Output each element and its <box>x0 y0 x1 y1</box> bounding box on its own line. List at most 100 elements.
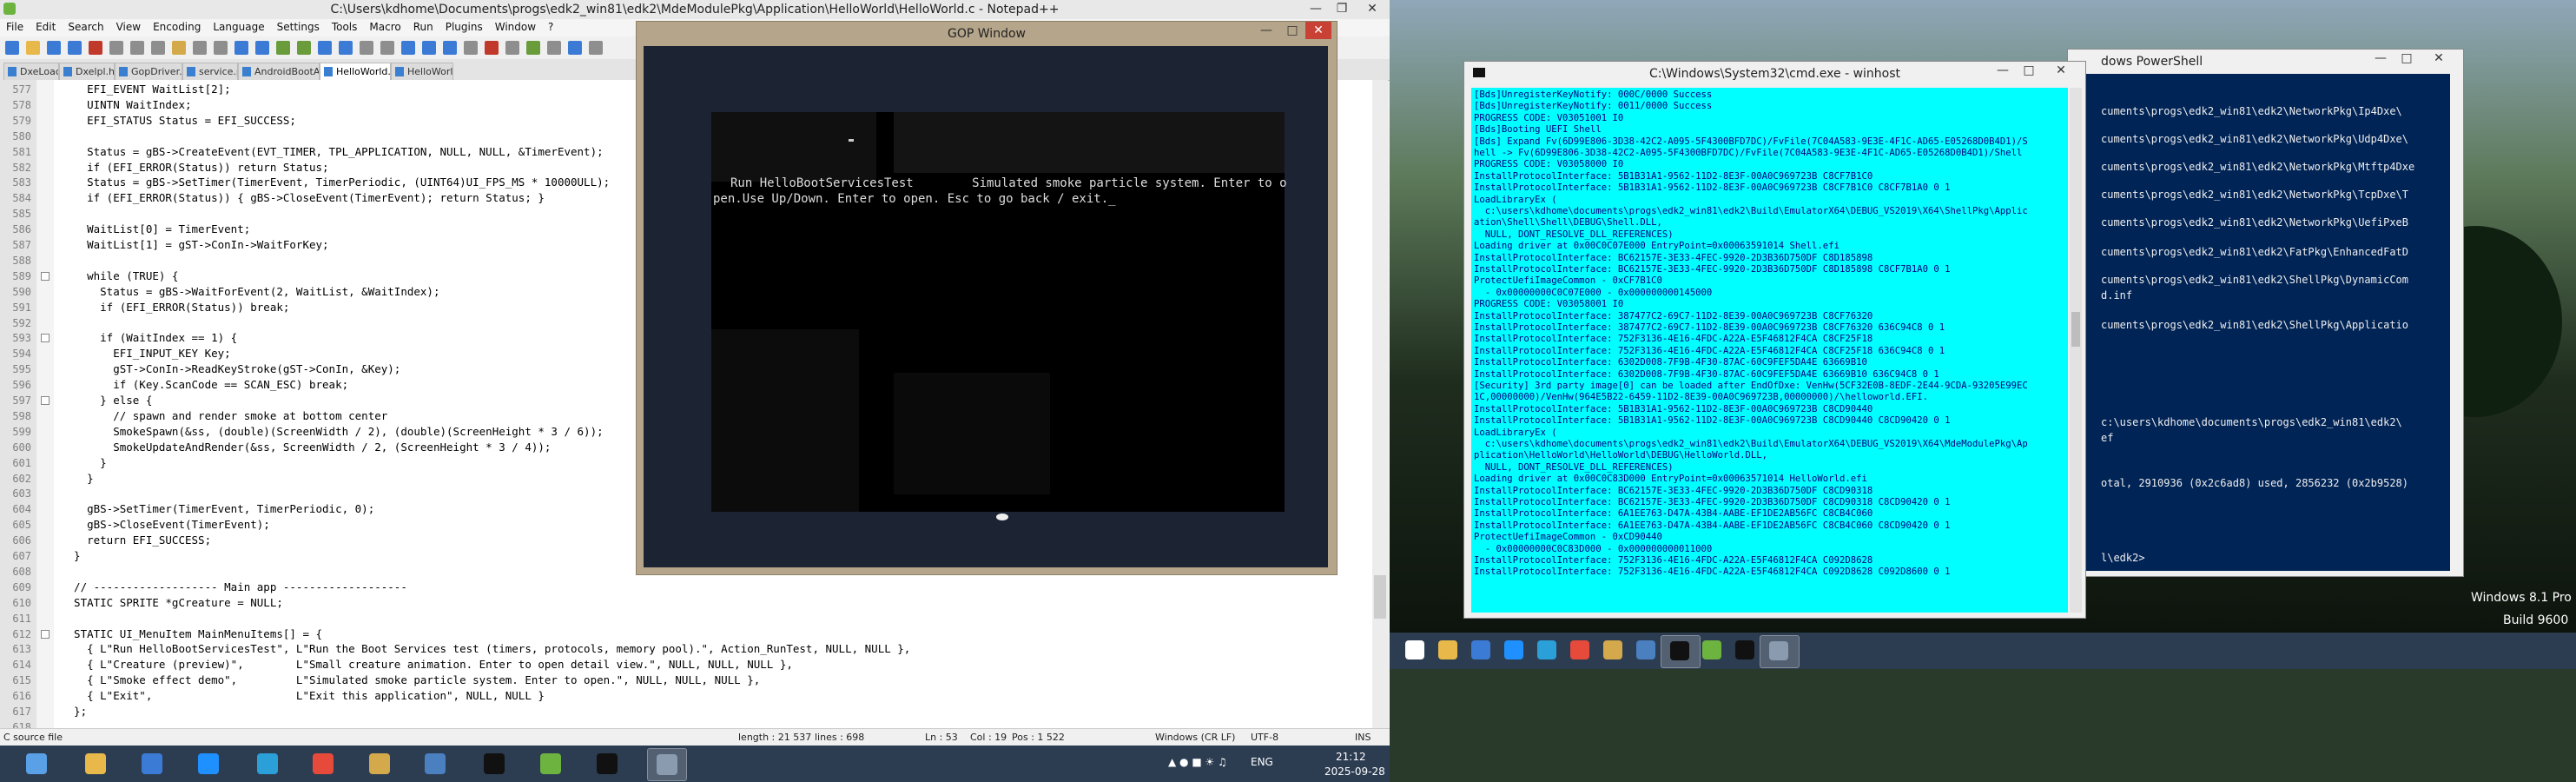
tray-icons[interactable]: ▲ ● ■ ☀ ♫ <box>1168 756 1227 768</box>
menu-item[interactable]: Plugins <box>439 19 489 35</box>
toolbar-button-icon[interactable] <box>505 41 519 55</box>
toolbar-button-icon[interactable] <box>380 41 394 55</box>
powershell-console[interactable]: cuments\progs\edk2_win81\edk2\NetworkPkg… <box>2068 74 2450 571</box>
menu-item[interactable]: ? <box>542 19 559 35</box>
cmd-scroll-thumb[interactable] <box>2071 312 2080 347</box>
taskbar-button[interactable] <box>475 748 513 779</box>
notepadpp-titlebar[interactable]: C:\Users\kdhome\Documents\progs\edk2_win… <box>0 0 1390 20</box>
toolbar-button-icon[interactable] <box>360 41 373 55</box>
toolbar-button-icon[interactable] <box>214 41 228 55</box>
toolbar-button-icon[interactable] <box>589 41 603 55</box>
smoke-particle <box>996 514 1008 520</box>
toolbar-button-icon[interactable] <box>234 41 248 55</box>
menu-item[interactable]: Window <box>489 19 542 35</box>
toolbar-button-icon[interactable] <box>68 41 82 55</box>
menu-item[interactable]: File <box>0 19 30 35</box>
minimize-button[interactable]: — <box>2368 50 2394 67</box>
minimize-button[interactable]: — <box>1303 0 1329 17</box>
taskbar-button[interactable] <box>189 748 228 779</box>
taskbar-button[interactable] <box>17 748 56 779</box>
close-button[interactable]: ✕ <box>2042 62 2080 79</box>
taskbar-button[interactable] <box>248 748 287 779</box>
toolbar-button-icon[interactable] <box>443 41 457 55</box>
menu-item[interactable]: Run <box>407 19 439 35</box>
taskbar-button[interactable] <box>1760 635 1800 668</box>
toolbar-button-icon[interactable] <box>5 41 19 55</box>
menu-item[interactable]: Edit <box>30 19 62 35</box>
toolbar-button-icon[interactable] <box>47 41 61 55</box>
fold-toggle-icon[interactable] <box>41 396 50 405</box>
gop-framebuffer[interactable]: Run HelloBootServicesTest Simulated smok… <box>644 46 1328 567</box>
toolbar-button-icon[interactable] <box>401 41 415 55</box>
toolbar-button-icon[interactable] <box>26 41 40 55</box>
taskbar-button[interactable] <box>304 748 342 779</box>
powershell-window[interactable]: dows PowerShell — □ ✕ cuments\progs\edk2… <box>2067 49 2464 577</box>
menu-item[interactable]: Language <box>207 19 270 35</box>
toolbar-button-icon[interactable] <box>318 41 332 55</box>
taskbar-button[interactable] <box>416 748 454 779</box>
taskbar-button[interactable] <box>532 748 570 779</box>
toolbar-button-icon[interactable] <box>151 41 165 55</box>
language-indicator[interactable]: ENG <box>1251 756 1273 768</box>
toolbar-button-icon[interactable] <box>130 41 144 55</box>
toolbar-button-icon[interactable] <box>89 41 102 55</box>
toolbar-button-icon[interactable] <box>172 41 186 55</box>
toolbar-button-icon[interactable] <box>109 41 123 55</box>
taskbar-button[interactable] <box>76 748 115 779</box>
close-button[interactable]: ✕ <box>1357 0 1388 17</box>
clock-time[interactable]: 21:12 <box>1336 751 1366 763</box>
editor-tab[interactable]: service.py <box>182 63 238 80</box>
editor-tab[interactable]: HelloWorld.c <box>391 63 453 80</box>
cmd-icon <box>1670 641 1689 660</box>
menu-item[interactable]: View <box>110 19 147 35</box>
powershell-titlebar[interactable]: dows PowerShell — □ ✕ <box>2068 50 2463 72</box>
close-button[interactable]: ✕ <box>2420 50 2458 67</box>
toolbar-button-icon[interactable] <box>568 41 582 55</box>
maximize-button[interactable]: □ <box>2394 50 2420 67</box>
cmd-window[interactable]: C:\Windows\System32\cmd.exe - winhost — … <box>1463 61 2086 619</box>
menu-item[interactable]: Search <box>62 19 109 35</box>
editor-scrollbar[interactable] <box>1372 80 1388 728</box>
menu-item[interactable]: Tools <box>326 19 364 35</box>
minimize-button[interactable]: — <box>1990 62 2016 79</box>
close-button[interactable]: ✕ <box>1305 22 1331 39</box>
taskbar-button[interactable] <box>646 748 687 781</box>
taskbar-button[interactable] <box>588 748 626 779</box>
fold-toggle-icon[interactable] <box>41 629 50 639</box>
toolbar-button-icon[interactable] <box>276 41 290 55</box>
fold-toggle-icon[interactable] <box>41 271 50 281</box>
menu-item[interactable]: Encoding <box>147 19 207 35</box>
smoke-particle-region <box>894 373 1050 494</box>
toolbar-button-icon[interactable] <box>422 41 436 55</box>
menu-item[interactable]: Macro <box>363 19 406 35</box>
menu-item[interactable]: Settings <box>271 19 326 35</box>
maximize-button[interactable]: □ <box>2016 62 2042 79</box>
minimize-button[interactable]: — <box>1253 22 1279 39</box>
maximize-button[interactable]: □ <box>1279 22 1305 39</box>
fold-margin[interactable] <box>36 80 54 728</box>
editor-tab[interactable]: GopDriver.c <box>115 63 182 80</box>
editor-tab[interactable]: HelloWorld.inf <box>320 63 391 80</box>
toolbar-button-icon[interactable] <box>485 41 499 55</box>
editor-tab[interactable]: Dxelpl.h <box>59 63 115 80</box>
gop-window[interactable]: GOP Window — □ ✕ Run HelloBootServicesTe… <box>636 21 1338 575</box>
editor-tab[interactable]: DxeLoad.c <box>3 63 59 80</box>
restore-button[interactable]: ❐ <box>1329 0 1355 17</box>
toolbar-button-icon[interactable] <box>339 41 353 55</box>
clock-date[interactable]: 2025-09-28 <box>1324 765 1385 778</box>
fold-toggle-icon[interactable] <box>41 334 50 343</box>
editor-tab[interactable]: AndroidBootApp.c <box>238 63 320 80</box>
toolbar-button-icon[interactable] <box>526 41 540 55</box>
cmd-scrollbar[interactable] <box>2070 88 2082 613</box>
taskbar-button[interactable] <box>360 748 399 779</box>
toolbar-button-icon[interactable] <box>297 41 311 55</box>
cmd-console-output[interactable]: [Bds]UnregisterKeyNotify: 000C/0000 Succ… <box>1471 88 2068 613</box>
toolbar-button-icon[interactable] <box>464 41 478 55</box>
editor-scroll-thumb[interactable] <box>1374 575 1386 619</box>
toolbar-button-icon[interactable] <box>193 41 207 55</box>
gop-titlebar[interactable]: GOP Window — □ ✕ <box>637 22 1337 46</box>
cmd-titlebar[interactable]: C:\Windows\System32\cmd.exe - winhost — … <box>1464 62 2085 84</box>
toolbar-button-icon[interactable] <box>547 41 561 55</box>
toolbar-button-icon[interactable] <box>255 41 269 55</box>
taskbar-button[interactable] <box>133 748 171 779</box>
